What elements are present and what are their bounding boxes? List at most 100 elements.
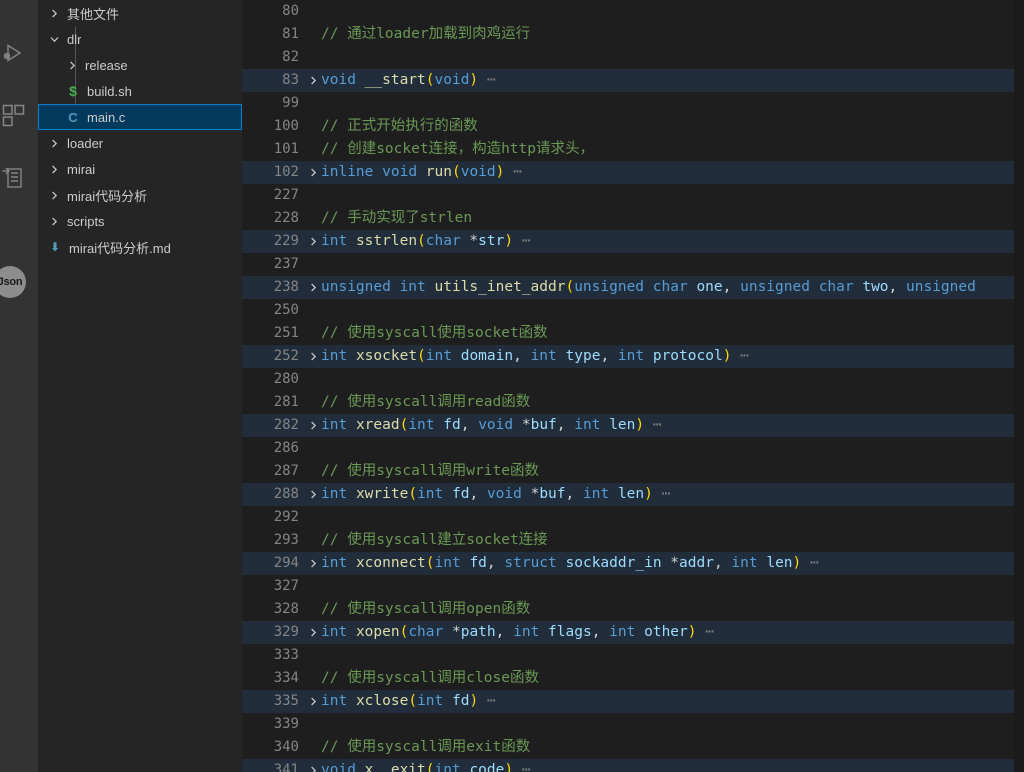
editor-line[interactable]: 281// 使用syscall调用read函数 xyxy=(242,391,1024,414)
editor-line[interactable]: 227 xyxy=(242,184,1024,207)
editor-line[interactable]: 328// 使用syscall调用open函数 xyxy=(242,598,1024,621)
editor-line[interactable]: 293// 使用syscall建立socket连接 xyxy=(242,529,1024,552)
editor-line[interactable]: 341void x__exit(int code) ⋯ xyxy=(242,759,1024,772)
editor-line[interactable]: 287 // 使用syscall调用write函数 xyxy=(242,460,1024,483)
chevron-right-icon[interactable] xyxy=(46,161,62,177)
editor-overview-ruler[interactable] xyxy=(1014,0,1024,772)
chevron-right-icon[interactable] xyxy=(46,213,62,229)
explorer-item-其他文件[interactable]: 其他文件 xyxy=(38,0,242,26)
fold-chevron-right-icon[interactable] xyxy=(306,69,320,92)
editor-line[interactable]: 334// 使用syscall调用close函数 xyxy=(242,667,1024,690)
chevron-down-icon[interactable] xyxy=(46,31,62,47)
editor-line[interactable]: 229int sstrlen(char *str) ⋯ xyxy=(242,230,1024,253)
editor-line[interactable]: 252int xsocket(int domain, int type, int… xyxy=(242,345,1024,368)
line-number: 292 xyxy=(242,506,299,529)
editor-line[interactable]: 82 xyxy=(242,46,1024,69)
editor-line[interactable]: 102inline void run(void) ⋯ xyxy=(242,161,1024,184)
editor-line[interactable]: 288int xwrite(int fd, void *buf, int len… xyxy=(242,483,1024,506)
line-number: 287 xyxy=(242,460,299,483)
chevron-right-icon[interactable] xyxy=(46,187,62,203)
editor-line[interactable]: 80 xyxy=(242,0,1024,23)
explorer-item-mirai[interactable]: mirai xyxy=(38,156,242,182)
chevron-right-icon[interactable] xyxy=(64,57,80,73)
chevron-right-icon[interactable] xyxy=(46,135,62,151)
fold-chevron-right-icon[interactable] xyxy=(306,690,320,713)
vscode-workbench: Json 其他文件dlrrelease$build.shCmain.c loade… xyxy=(0,0,1024,772)
line-number: 228 xyxy=(242,207,299,230)
line-content: inline void run(void) ⋯ xyxy=(321,161,522,184)
editor-line[interactable]: 237 xyxy=(242,253,1024,276)
line-number: 294 xyxy=(242,552,299,575)
line-number: 282 xyxy=(242,414,299,437)
editor-line[interactable]: 292 xyxy=(242,506,1024,529)
line-content: // 使用syscall调用close函数 xyxy=(321,667,539,690)
explorer-item-label: mirai xyxy=(62,162,95,177)
explorer-sidebar: 其他文件dlrrelease$build.shCmain.c loader mira… xyxy=(38,0,242,772)
fold-chevron-right-icon[interactable] xyxy=(306,621,320,644)
editor-line[interactable]: 81// 通过loader加载到肉鸡运行 xyxy=(242,23,1024,46)
line-number: 286 xyxy=(242,437,299,460)
line-number: 82 xyxy=(242,46,299,69)
line-number: 238 xyxy=(242,276,299,299)
editor-line[interactable]: 280 xyxy=(242,368,1024,391)
run-and-debug-icon xyxy=(1,41,27,67)
explorer-item-mirai代码分析[interactable]: mirai代码分析 xyxy=(38,182,242,208)
line-number: 229 xyxy=(242,230,299,253)
line-content: int xwrite(int fd, void *buf, int len) ⋯ xyxy=(321,483,670,506)
activity-item-source-control[interactable] xyxy=(0,0,38,14)
explorer-item-mirai代码分析.md[interactable]: ⬇mirai代码分析.md xyxy=(38,234,242,260)
line-content: // 使用syscall调用write函数 xyxy=(321,460,539,483)
line-content: // 通过loader加载到肉鸡运行 xyxy=(321,23,530,46)
editor-line[interactable]: 250 xyxy=(242,299,1024,322)
line-content: int xread(int fd, void *buf, int len) ⋯ xyxy=(321,414,662,437)
explorer-item-loader[interactable]: loader xyxy=(38,130,242,156)
activity-item-run-and-debug[interactable] xyxy=(0,30,38,78)
line-number: 227 xyxy=(242,184,299,207)
line-content: // 使用syscall使用socket函数 xyxy=(321,322,548,345)
editor-line[interactable]: 83void __start(void) ⋯ xyxy=(242,69,1024,92)
line-number: 340 xyxy=(242,736,299,759)
editor-line[interactable]: 335int xclose(int fd) ⋯ xyxy=(242,690,1024,713)
editor-line[interactable]: 340// 使用syscall调用exit函数 xyxy=(242,736,1024,759)
editor-line[interactable]: 327 xyxy=(242,575,1024,598)
explorer-item-build.sh[interactable]: $build.sh xyxy=(38,78,242,104)
fold-chevron-right-icon[interactable] xyxy=(306,483,320,506)
editor-line[interactable]: 329int xopen(char *path, int flags, int … xyxy=(242,621,1024,644)
activity-badge-json[interactable]: Json xyxy=(0,266,26,298)
fold-chevron-right-icon[interactable] xyxy=(306,552,320,575)
chevron-right-icon[interactable] xyxy=(46,5,62,21)
fold-chevron-right-icon[interactable] xyxy=(306,345,320,368)
activity-item-extensions[interactable] xyxy=(0,92,38,140)
code-editor[interactable]: 8081// 通过loader加载到肉鸡运行8283void __start(v… xyxy=(242,0,1024,772)
explorer-item-label: loader xyxy=(62,136,103,151)
explorer-item-scripts[interactable]: scripts xyxy=(38,208,242,234)
editor-line[interactable]: 333 xyxy=(242,644,1024,667)
shell-file-icon: $ xyxy=(64,83,82,99)
line-content: // 使用syscall建立socket连接 xyxy=(321,529,548,552)
explorer-item-release[interactable]: release xyxy=(38,52,242,78)
editor-line[interactable]: 294int xconnect(int fd, struct sockaddr_… xyxy=(242,552,1024,575)
fold-chevron-right-icon[interactable] xyxy=(306,230,320,253)
source-control-icon xyxy=(2,0,26,2)
editor-line[interactable]: 238unsigned int utils_inet_addr(unsigned… xyxy=(242,276,1024,299)
fold-chevron-right-icon[interactable] xyxy=(306,414,320,437)
explorer-item-label: mirai代码分析 xyxy=(62,186,147,205)
editor-line[interactable]: 286 xyxy=(242,437,1024,460)
activity-item-remote-explorer[interactable] xyxy=(0,154,38,202)
editor-line[interactable]: 228// 手动实现了strlen xyxy=(242,207,1024,230)
explorer-item-dlr[interactable]: dlr xyxy=(38,26,242,52)
line-number: 329 xyxy=(242,621,299,644)
editor-line[interactable]: 251// 使用syscall使用socket函数 xyxy=(242,322,1024,345)
fold-chevron-right-icon[interactable] xyxy=(306,161,320,184)
editor-line[interactable]: 282 int xread(int fd, void *buf, int len)… xyxy=(242,414,1024,437)
fold-chevron-right-icon[interactable] xyxy=(306,276,320,299)
line-number: 339 xyxy=(242,713,299,736)
editor-line[interactable]: 100// 正式开始执行的函数 xyxy=(242,115,1024,138)
explorer-item-main.c[interactable]: Cmain.c xyxy=(38,104,242,130)
fold-chevron-right-icon[interactable] xyxy=(306,759,320,772)
line-number: 237 xyxy=(242,253,299,276)
editor-line[interactable]: 99 xyxy=(242,92,1024,115)
editor-line[interactable]: 339 xyxy=(242,713,1024,736)
editor-line[interactable]: 101// 创建socket连接，构造http请求头， xyxy=(242,138,1024,161)
line-number: 281 xyxy=(242,391,299,414)
